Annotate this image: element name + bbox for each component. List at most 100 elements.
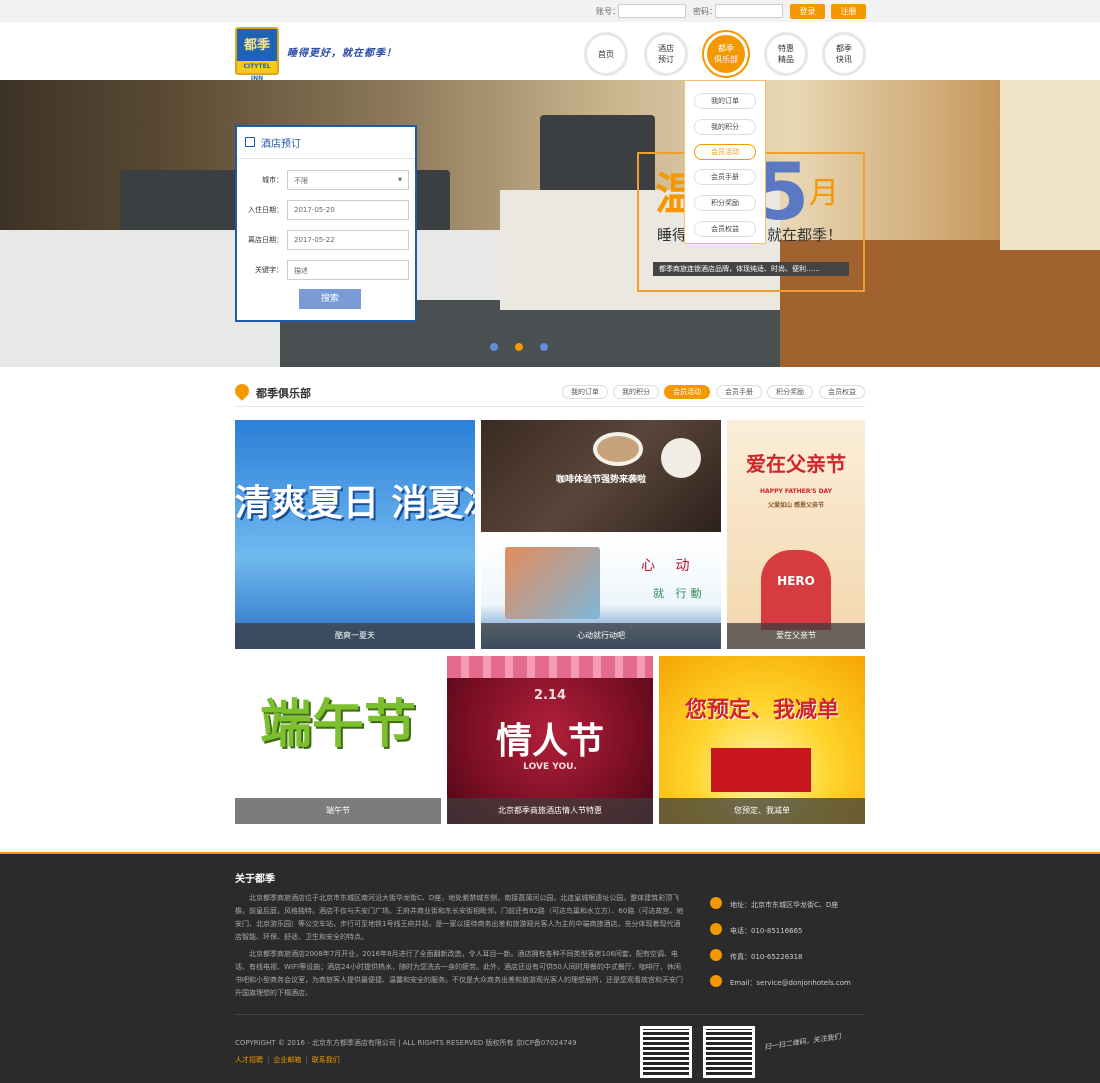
footer-about-para-2: 北京都季商旅酒店2008年7月开业，2016年8月进行了全面翻新改造，令人耳目一… <box>235 950 683 997</box>
login-button[interactable]: 登录 <box>790 4 825 19</box>
section-divider <box>235 406 865 407</box>
dropdown-item-rewards[interactable]: 积分奖励 <box>694 195 756 211</box>
email-text[interactable]: Email：service@donjonhotels.com <box>730 978 851 988</box>
tile-summer-art: 清爽夏日 消夏冰饮 <box>235 483 475 524</box>
dropdown-item-orders[interactable]: 我的订单 <box>694 93 756 109</box>
logo-text: 都季 <box>243 38 270 53</box>
link-corporate-mail[interactable]: 企业邮箱 <box>273 1056 301 1064</box>
nav-news-line2: 快讯 <box>836 55 852 64</box>
promo-subtitle: 都季商旅连锁酒店品牌，体现纯适、时尚、便利…… <box>653 262 849 276</box>
tile-fathers-day[interactable]: 爱在父亲节 HAPPY FATHER'S DAY 父爱如山 感恩父亲节 HERO… <box>727 420 865 649</box>
city-select[interactable]: 不限 ▾ <box>287 170 409 190</box>
tile-valentines-art: 情人节 <box>495 721 604 762</box>
tile-coffee[interactable]: 咖啡体验节强势来袭啦 <box>481 420 721 532</box>
nav-club-line2: 俱乐部 <box>714 55 738 64</box>
dropdown-item-benefits[interactable]: 会员权益 <box>694 221 756 237</box>
tile-valentines-sub: LOVE YOU. <box>523 762 577 772</box>
nav-booking[interactable]: 酒店 预订 <box>644 32 688 76</box>
tab-events[interactable]: 会员活动 <box>664 385 710 399</box>
dropdown-item-events[interactable]: 会员活动 <box>694 144 756 160</box>
carousel-dot-3[interactable] <box>540 343 548 351</box>
link-careers[interactable]: 人才招聘 <box>235 1056 263 1064</box>
promo-line2-left: 睡得 <box>657 226 688 244</box>
hotel-building <box>505 547 600 619</box>
fax-text: 传真：010-65226318 <box>730 953 803 961</box>
carousel-dot-1[interactable] <box>490 343 498 351</box>
tile-summer-caption: 酷爽一夏天 <box>235 623 475 649</box>
checkout-date-field[interactable]: 2017-05-22 <box>287 230 409 250</box>
tab-points[interactable]: 我的积分 <box>613 385 659 399</box>
carousel-dot-2[interactable] <box>515 343 523 351</box>
tile-booking-discount[interactable]: 您预定、我减单 您预定、我减单 <box>659 656 865 824</box>
qr-code-2 <box>703 1026 755 1078</box>
tile-summer-drinks[interactable]: 清爽夏日 消夏冰饮 酷爽一夏天 <box>235 420 475 649</box>
tab-handbook[interactable]: 会员手册 <box>716 385 762 399</box>
search-button[interactable]: 搜索 <box>299 289 361 309</box>
tile-dragon-caption: 端午节 <box>235 798 441 824</box>
tile-fathers-art: 爱在父亲节 <box>746 452 846 476</box>
tile-coffee-art: 咖啡体验节强势来袭啦 <box>555 475 646 485</box>
tab-rewards[interactable]: 积分奖励 <box>767 385 813 399</box>
account-input[interactable] <box>618 4 686 18</box>
nav-club-line1: 都季 <box>718 44 734 53</box>
nav-deals-line1: 特惠 <box>778 44 794 53</box>
promo-big-right: 月 <box>809 176 839 211</box>
tile-fathers-sub: HAPPY FATHER'S DAY <box>760 488 832 495</box>
password-input[interactable] <box>715 4 783 18</box>
nav-booking-line2: 预订 <box>658 55 674 64</box>
map-pin-icon <box>710 897 722 909</box>
nav-news[interactable]: 都季 快讯 <box>822 32 866 76</box>
footer-divider <box>235 1014 865 1015</box>
hotel-booking-form: 酒店预订 城市： 不限 ▾ 入住日期： 2017-05-20 离店日期： 201… <box>235 125 417 322</box>
phone-text: 电话：010-85116665 <box>730 927 803 935</box>
footer: 关于都季 北京都季商旅酒店位于北京市东城区南河沿大街华龙街C、D座，地处紫禁城东… <box>0 852 1100 1083</box>
keyword-input[interactable]: 描述 <box>287 260 409 280</box>
tile-discount-art: 您预定、我减单 <box>684 698 839 723</box>
tile-dragon-art: 端午节 <box>259 695 416 755</box>
register-button[interactable]: 注册 <box>831 4 866 19</box>
tile-action-art-b: 就 行動 <box>653 587 706 600</box>
tile-action[interactable]: 心 动 就 行動 心动就行动吧 <box>481 537 721 649</box>
roses-border <box>447 656 653 678</box>
nav-club[interactable]: 都季 俱乐部 <box>704 32 748 76</box>
nav-home[interactable]: 首页 <box>584 32 628 76</box>
footer-links: 人才招聘 | 企业邮箱 | 联系我们 <box>235 1056 340 1064</box>
link-contact-us[interactable]: 联系我们 <box>312 1056 340 1064</box>
city-label: 城市： <box>262 176 283 184</box>
coffee-cup <box>593 432 643 466</box>
nav-deals[interactable]: 特惠 精品 <box>764 32 808 76</box>
booking-header: 酒店预订 <box>237 127 415 159</box>
curtain <box>1000 80 1100 250</box>
tile-fathers-sub2: 父爱如山 感恩父亲节 <box>767 502 825 509</box>
account-label: 账号： <box>596 7 620 16</box>
copyright-text: COPYRIGHT © 2016 - 北京东方都季酒店有限公司 | ALL RI… <box>235 1039 577 1047</box>
mail-icon <box>710 975 722 987</box>
tile-dragon-boat[interactable]: 端午节 端午节 <box>235 656 441 824</box>
footer-title: 关于都季 <box>235 874 275 885</box>
header: 都季 CITYTEL INN 睡得更好，就在都季！ <box>0 22 1100 82</box>
password-label: 密码： <box>693 7 717 16</box>
logo[interactable]: 都季 CITYTEL INN <box>235 27 279 82</box>
phone-icon <box>710 923 722 935</box>
dropdown-item-points[interactable]: 我的积分 <box>694 119 756 135</box>
keyword-label: 关键字： <box>255 266 283 274</box>
tab-benefits[interactable]: 会员权益 <box>819 385 865 399</box>
dropdown-item-handbook[interactable]: 会员手册 <box>694 169 756 185</box>
club-dropdown-menu: 我的订单 我的积分 会员活动 会员手册 积分奖励 会员权益 <box>684 80 766 244</box>
checkin-date-field[interactable]: 2017-05-20 <box>287 200 409 220</box>
nav-booking-line1: 酒店 <box>658 44 674 53</box>
tile-discount-caption: 您预定、我减单 <box>659 798 865 824</box>
tile-valentines[interactable]: 2.14 情人节 LOVE YOU. 北京都季商旅酒店情人节特惠 <box>447 656 653 824</box>
hotel-icon <box>245 137 255 147</box>
gift-box <box>711 748 811 792</box>
tile-action-caption: 心动就行动吧 <box>481 623 721 649</box>
qr-code-1 <box>640 1026 692 1078</box>
footer-about-para-1: 北京都季商旅酒店位于北京市东城区南河沿大街华龙街C、D座，地处紫禁城东侧，南接菖… <box>235 894 684 941</box>
city-value: 不限 <box>294 177 308 185</box>
checkout-label: 离店日期： <box>248 236 283 244</box>
scan-qr-text: 扫一扫二维码，关注我们 <box>763 1032 842 1052</box>
booking-title: 酒店预订 <box>261 139 301 150</box>
tile-valentines-caption: 北京都季商旅酒店情人节特惠 <box>447 798 653 824</box>
tab-orders[interactable]: 我的订单 <box>562 385 608 399</box>
location-pin-icon <box>232 381 252 401</box>
